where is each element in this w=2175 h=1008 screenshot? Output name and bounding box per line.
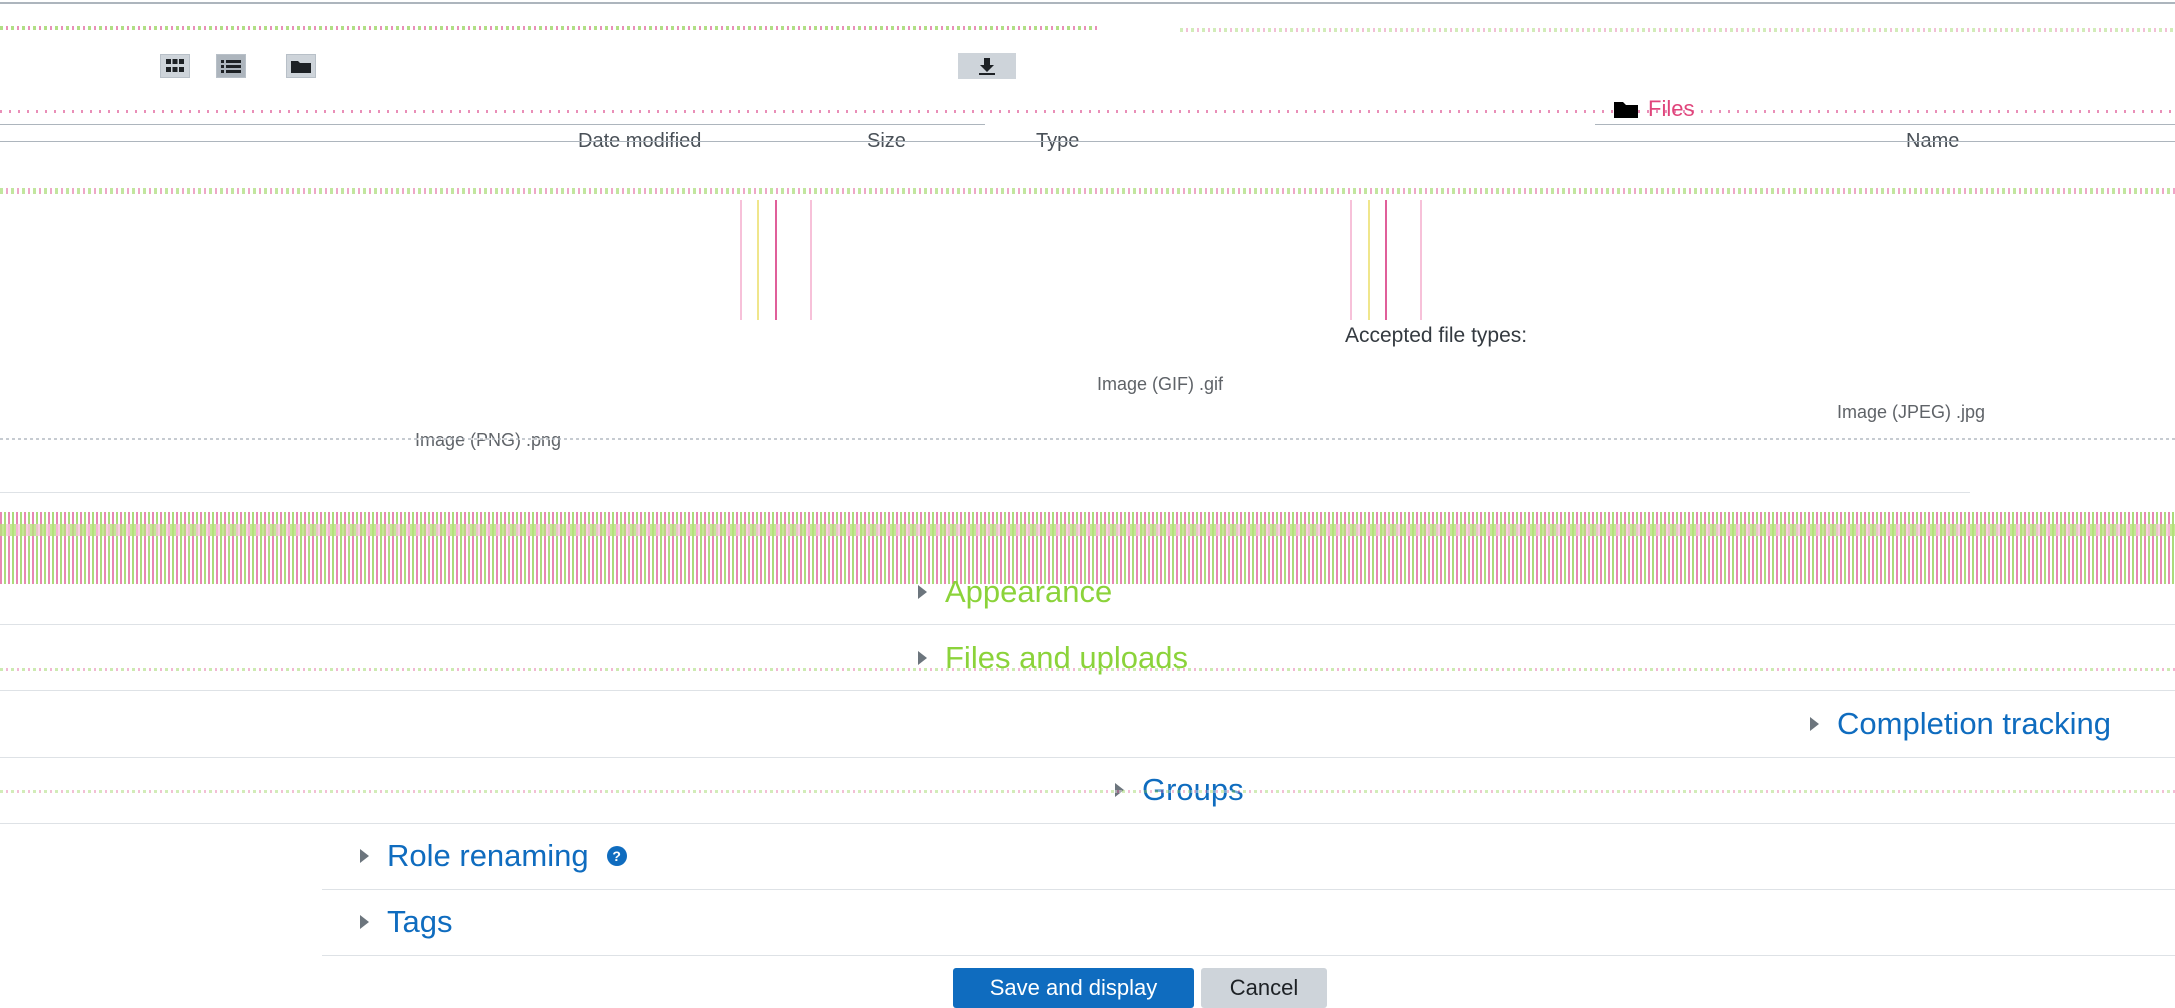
section-divider [0, 757, 2175, 758]
table-header-bottom [0, 141, 2175, 142]
grid-view-button[interactable] [160, 54, 190, 78]
files-label: Files [1648, 96, 1695, 121]
section-label: Appearance [945, 574, 1113, 609]
files-path-link[interactable]: Files [1614, 96, 1694, 122]
file-row-noise [0, 188, 2175, 194]
section-divider [0, 492, 1970, 493]
tree-view-button[interactable] [286, 54, 316, 78]
section-divider [322, 955, 2175, 956]
separator-noise [0, 110, 2175, 113]
cancel-button[interactable]: Cancel [1201, 968, 1327, 1008]
section-role-renaming[interactable]: Role renaming ? [360, 838, 627, 874]
glitch-bar [740, 200, 742, 320]
section-divider [322, 889, 2175, 890]
folder-icon [291, 61, 311, 73]
glitch-bar [1350, 200, 1352, 320]
section-label: Tags [387, 904, 453, 939]
glitch-band-top [0, 524, 2175, 536]
section-tags[interactable]: Tags [360, 904, 452, 940]
section-divider [0, 690, 2175, 691]
section-label: Role renaming [387, 838, 589, 873]
top-border [0, 2, 2175, 4]
header-noise-right [1180, 28, 2175, 32]
download-button[interactable] [958, 53, 1016, 79]
glitch-bar [775, 200, 777, 320]
caret-right-icon [918, 585, 927, 599]
grid-icon [166, 59, 184, 72]
section-label: Completion tracking [1837, 706, 2111, 741]
section-noise [0, 668, 2175, 671]
download-icon [979, 58, 995, 75]
accepted-type-png: Image (PNG) .png [415, 430, 562, 450]
help-icon[interactable]: ? [606, 846, 627, 866]
glitch-bar [757, 200, 759, 320]
dotted-divider [0, 438, 2175, 440]
accepted-types-heading: Accepted file types: [1345, 324, 1528, 347]
caret-right-icon [918, 651, 927, 665]
accepted-type-jpg: Image (JPEG) .jpg [1837, 402, 1986, 422]
glitch-bar [1420, 200, 1422, 320]
header-noise [0, 26, 1100, 30]
glitch-bar [1385, 200, 1387, 320]
section-completion-tracking[interactable]: Completion tracking [1810, 706, 2111, 742]
list-icon [221, 60, 241, 73]
save-and-display-button[interactable]: Save and display [953, 968, 1194, 1008]
accepted-type-gif: Image (GIF) .gif [1097, 374, 1224, 394]
list-view-button[interactable] [216, 54, 246, 78]
caret-right-icon [360, 849, 369, 863]
glitch-bar [810, 200, 812, 320]
section-appearance[interactable]: Appearance [918, 574, 1112, 610]
caret-right-icon [360, 915, 369, 929]
glitch-bar [1368, 200, 1370, 320]
folder-icon [1614, 102, 1638, 118]
section-divider [0, 624, 2175, 625]
table-header-line-right [1595, 124, 2175, 125]
section-noise [0, 790, 2175, 793]
table-header-line [0, 124, 985, 125]
section-divider [0, 823, 2175, 824]
caret-right-icon [1810, 717, 1819, 731]
